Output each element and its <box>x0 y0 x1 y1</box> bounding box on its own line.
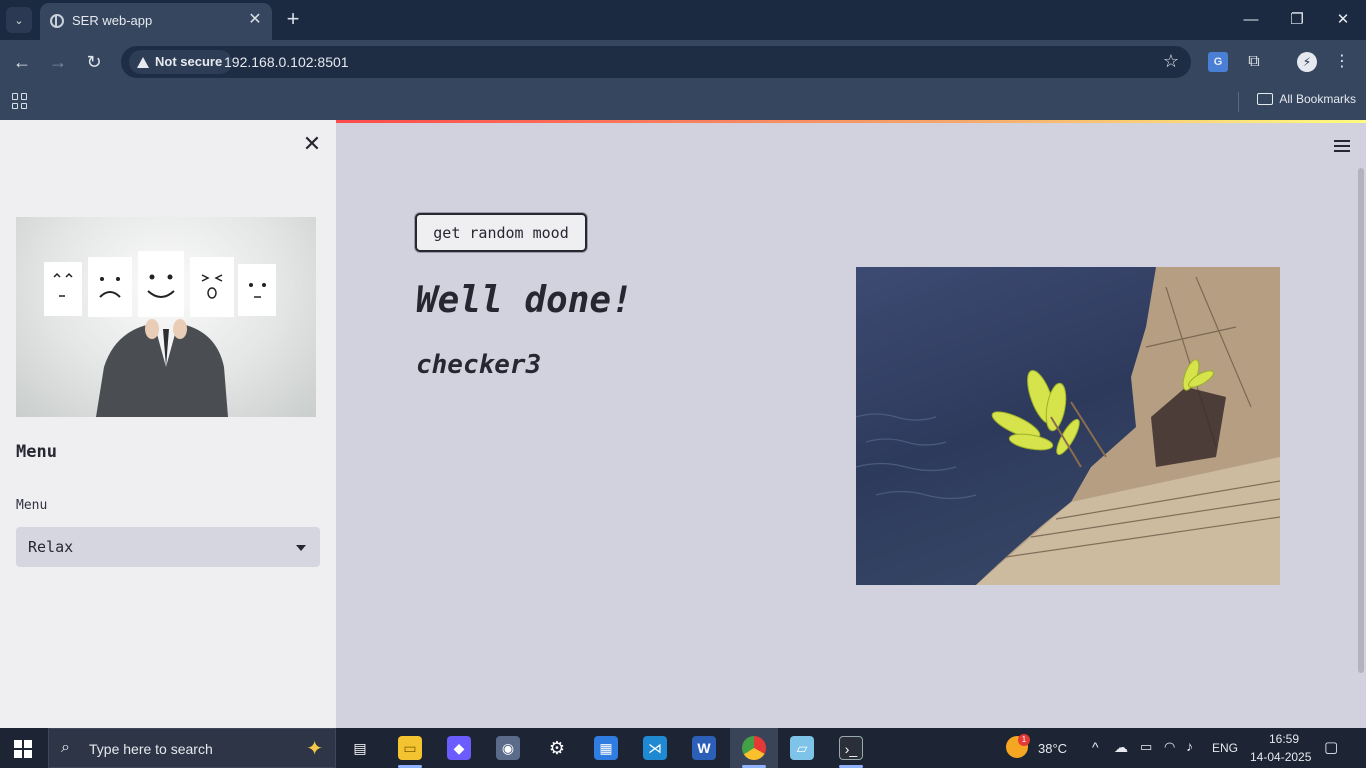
header-decoration-bar <box>336 120 1366 123</box>
app-main-area: ✕ Menu Menu Relax get random mood Well d… <box>0 120 1366 728</box>
browser-tab-bar: ⌄ SER web-app ✕ + — ❐ ✕ <box>0 0 1366 40</box>
plant-on-rock-image <box>856 267 1280 585</box>
scrollbar[interactable] <box>1358 168 1364 673</box>
wifi-icon[interactable]: ◠ <box>1164 739 1175 755</box>
warning-icon <box>137 56 149 68</box>
restore-button[interactable]: ❐ <box>1282 8 1312 32</box>
search-icon: ⌕ <box>61 739 70 756</box>
menu-select[interactable]: Relax <box>16 527 320 567</box>
result-heading: Well done! <box>416 280 633 321</box>
chrome-icon[interactable] <box>742 736 766 760</box>
profile-icon[interactable]: ⚡ <box>1297 52 1317 72</box>
reload-button[interactable]: ↻ <box>81 50 107 74</box>
bookmarks-divider <box>1238 92 1239 112</box>
vscode-icon[interactable]: ⋊ <box>643 736 667 760</box>
browser-toolbar: ← → ↻ Not secure 192.168.0.102:8501 ☆ G … <box>0 40 1366 84</box>
sidebar: ✕ Menu Menu Relax <box>0 120 336 728</box>
bookmark-star-icon[interactable]: ☆ <box>1163 51 1179 72</box>
security-label: Not secure <box>155 54 223 69</box>
copilot-sparkle-icon[interactable]: ✦ <box>306 736 323 761</box>
minimize-button[interactable]: — <box>1236 8 1266 32</box>
tab-title: SER web-app <box>72 13 153 28</box>
word-icon[interactable]: W <box>692 736 716 760</box>
close-window-button[interactable]: ✕ <box>1328 8 1358 32</box>
notepad-icon[interactable]: ▱ <box>790 736 814 760</box>
new-tab-button[interactable]: + <box>282 8 304 30</box>
browser-tab[interactable]: SER web-app ✕ <box>40 3 272 40</box>
notifications-icon[interactable]: ▢ <box>1324 738 1338 756</box>
tab-close-icon[interactable]: ✕ <box>246 11 264 29</box>
bookmarks-bar: All Bookmarks <box>0 84 1366 120</box>
menu-select-label: Menu <box>16 498 48 513</box>
sidebar-mood-faces-image <box>16 217 316 417</box>
settings-gear-icon[interactable]: ⚙ <box>545 736 569 760</box>
volume-icon[interactable]: ♪ <box>1186 738 1193 754</box>
sidebar-close-icon[interactable]: ✕ <box>302 133 322 155</box>
google-translate-icon[interactable]: G <box>1208 52 1228 72</box>
globe-icon <box>50 14 64 28</box>
all-bookmarks-button[interactable]: All Bookmarks <box>1257 92 1356 106</box>
clock-date[interactable]: 14-04-2025 <box>1250 750 1311 764</box>
language-indicator[interactable]: ENG <box>1212 741 1238 755</box>
show-hidden-icons-chevron-icon[interactable]: ^ <box>1092 739 1099 755</box>
folder-icon <box>1257 93 1274 105</box>
microsoft-store-icon[interactable]: ▦ <box>594 736 618 760</box>
result-subheading: checker3 <box>416 350 542 380</box>
terminal-icon[interactable]: ›_ <box>839 736 863 760</box>
apps-grid-icon[interactable] <box>12 93 28 109</box>
menu-select-value: Relax <box>28 538 74 556</box>
all-bookmarks-label: All Bookmarks <box>1279 92 1356 106</box>
url-text[interactable]: 192.168.0.102:8501 <box>224 54 349 70</box>
windows-start-icon[interactable] <box>14 740 32 758</box>
hamburger-menu-icon[interactable] <box>1334 140 1350 152</box>
plant-rock-illustration <box>856 267 1280 585</box>
temperature[interactable]: 38°C <box>1038 741 1067 756</box>
camera-icon[interactable]: ◉ <box>496 736 520 760</box>
battery-icon[interactable]: ▭ <box>1140 739 1152 755</box>
back-button[interactable]: ← <box>9 50 35 74</box>
weather-badge: 1 <box>1018 734 1030 746</box>
mood-faces-illustration <box>44 251 276 417</box>
taskbar-search-text: Type here to search <box>89 741 213 757</box>
windows-taskbar: ⌕ Type here to search ✦ ▤ ▭ ◆ ◉ ⚙ ▦ ⋊ W … <box>0 728 1366 768</box>
task-view-icon[interactable]: ▤ <box>348 736 372 760</box>
copilot-app-icon[interactable]: ◆ <box>447 736 471 760</box>
tab-search-button[interactable]: ⌄ <box>6 7 32 33</box>
chevron-down-icon <box>296 545 306 551</box>
get-random-mood-button[interactable]: get random mood <box>415 213 587 252</box>
browser-menu-icon[interactable]: ⋮ <box>1332 52 1352 72</box>
clock-time[interactable]: 16:59 <box>1264 732 1304 746</box>
onedrive-cloud-icon[interactable]: ☁ <box>1114 739 1128 756</box>
address-bar[interactable]: Not secure 192.168.0.102:8501 ☆ <box>121 46 1191 78</box>
security-chip[interactable]: Not secure <box>129 50 233 74</box>
forward-button[interactable]: → <box>45 50 71 74</box>
extensions-puzzle-icon[interactable]: ⧉ <box>1244 52 1264 72</box>
file-explorer-icon[interactable]: ▭ <box>398 736 422 760</box>
sidebar-title: Menu <box>16 442 57 462</box>
taskbar-search-box[interactable]: ⌕ Type here to search ✦ <box>48 728 336 768</box>
